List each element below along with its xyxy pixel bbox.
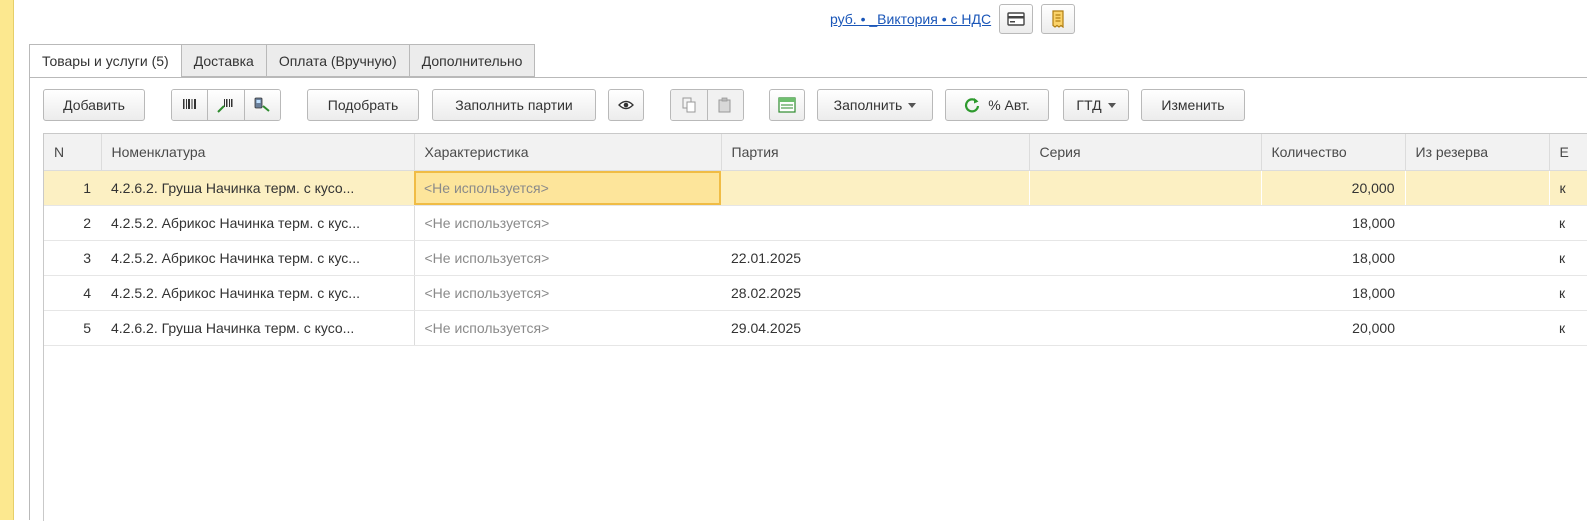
gtd-button-label: ГТД bbox=[1076, 97, 1102, 113]
quantity-cell[interactable]: 18,000 bbox=[1261, 240, 1405, 276]
item-cell[interactable]: 4.2.6.2. Груша Начинка терм. с кусо... bbox=[101, 310, 414, 346]
col-header-item[interactable]: Номенклатура bbox=[101, 134, 415, 171]
characteristic-cell[interactable]: <Не используется> bbox=[414, 170, 721, 206]
view-button[interactable] bbox=[608, 89, 644, 121]
card-button[interactable] bbox=[999, 4, 1034, 34]
refresh-icon bbox=[965, 98, 980, 113]
reserve-cell[interactable] bbox=[1405, 205, 1549, 241]
copy-paste-group bbox=[670, 89, 744, 121]
characteristic-cell[interactable]: <Не используется> bbox=[413, 310, 721, 346]
fill-button-label: Заполнить bbox=[833, 97, 903, 113]
barcode-scanner-button[interactable] bbox=[243, 90, 280, 120]
table-row[interactable]: 5 4.2.6.2. Груша Начинка терм. с кусо...… bbox=[44, 310, 1587, 346]
add-button[interactable]: Добавить bbox=[43, 89, 145, 121]
auto-percent-label: % Авт. bbox=[988, 97, 1030, 113]
receipt-icon bbox=[1052, 10, 1064, 28]
tab-delivery[interactable]: Доставка bbox=[181, 44, 267, 77]
row-number: 3 bbox=[44, 240, 101, 276]
quantity-cell[interactable]: 20,000 bbox=[1261, 170, 1406, 206]
table-header: N Номенклатура Характеристика Партия Сер… bbox=[44, 134, 1587, 171]
receipt-button[interactable] bbox=[1041, 4, 1076, 34]
fill-table-icon bbox=[778, 97, 796, 113]
unit-cell[interactable]: к bbox=[1549, 205, 1587, 241]
batch-cell[interactable] bbox=[721, 205, 1029, 241]
characteristic-cell[interactable]: <Не используется> bbox=[413, 205, 721, 241]
quantity-cell[interactable]: 18,000 bbox=[1261, 205, 1405, 241]
col-header-series[interactable]: Серия bbox=[1029, 134, 1262, 171]
series-cell[interactable] bbox=[1029, 170, 1262, 206]
fill-dropdown-button[interactable]: Заполнить bbox=[817, 89, 933, 121]
col-header-characteristic[interactable]: Характеристика bbox=[414, 134, 722, 171]
row-number: 5 bbox=[44, 310, 101, 346]
quantity-cell[interactable]: 18,000 bbox=[1261, 275, 1405, 311]
fill-batches-button[interactable]: Заполнить партии bbox=[432, 89, 596, 121]
tab-bar: Товары и услуги (5) Доставка Оплата (Вру… bbox=[29, 44, 536, 78]
table-row[interactable]: 4 4.2.5.2. Абрикос Начинка терм. с кус..… bbox=[44, 275, 1587, 311]
unit-cell[interactable]: к bbox=[1549, 170, 1587, 206]
unit-cell[interactable]: к bbox=[1549, 240, 1587, 276]
table-row[interactable]: 3 4.2.5.2. Абрикос Начинка терм. с кус..… bbox=[44, 240, 1587, 276]
item-cell[interactable]: 4.2.5.2. Абрикос Начинка терм. с кус... bbox=[101, 275, 414, 311]
reserve-cell[interactable] bbox=[1405, 310, 1549, 346]
chevron-down-icon bbox=[908, 102, 917, 108]
item-cell[interactable]: 4.2.5.2. Абрикос Начинка терм. с кус... bbox=[101, 240, 414, 276]
barcode-scanner-icon bbox=[254, 97, 270, 112]
card-icon bbox=[1007, 12, 1025, 26]
gtd-dropdown-button[interactable]: ГТД bbox=[1063, 89, 1129, 121]
col-header-n[interactable]: N bbox=[44, 134, 102, 171]
tab-additional[interactable]: Дополнительно bbox=[409, 44, 536, 77]
fill-table-button[interactable] bbox=[769, 89, 805, 121]
eye-icon bbox=[618, 100, 634, 110]
table-row[interactable]: 1 4.2.6.2. Груша Начинка терм. с кусо...… bbox=[44, 170, 1587, 206]
row-number: 2 bbox=[44, 205, 101, 241]
series-cell[interactable] bbox=[1029, 275, 1261, 311]
barcode-button[interactable] bbox=[172, 90, 208, 120]
auto-percent-button[interactable]: % Авт. bbox=[945, 89, 1049, 121]
currency-org-link[interactable]: руб. • _Виктория • с НДС bbox=[830, 11, 991, 27]
col-header-unit[interactable]: Е bbox=[1549, 134, 1587, 171]
batch-cell[interactable]: 28.02.2025 bbox=[721, 275, 1029, 311]
barcode-scan-icon bbox=[217, 99, 233, 113]
quantity-cell[interactable]: 20,000 bbox=[1261, 310, 1405, 346]
tab-goods-services[interactable]: Товары и услуги (5) bbox=[29, 44, 182, 78]
series-cell[interactable] bbox=[1029, 310, 1261, 346]
goods-table: N Номенклатура Характеристика Партия Сер… bbox=[43, 133, 1587, 521]
item-cell[interactable]: 4.2.6.2. Груша Начинка терм. с кусо... bbox=[101, 170, 414, 206]
col-header-reserve[interactable]: Из резерва bbox=[1405, 134, 1550, 171]
col-header-quantity[interactable]: Количество bbox=[1261, 134, 1406, 171]
copy-button[interactable] bbox=[671, 90, 707, 120]
reserve-cell[interactable] bbox=[1405, 275, 1549, 311]
batch-cell[interactable]: 22.01.2025 bbox=[721, 240, 1029, 276]
characteristic-cell[interactable]: <Не используется> bbox=[413, 275, 721, 311]
barcode-button-group bbox=[171, 89, 281, 121]
copy-icon bbox=[682, 97, 696, 113]
batch-cell[interactable] bbox=[721, 170, 1030, 206]
paste-icon bbox=[718, 97, 731, 113]
row-number: 4 bbox=[44, 275, 101, 311]
panel-border bbox=[29, 77, 30, 520]
row-number: 1 bbox=[44, 170, 101, 206]
col-header-batch[interactable]: Партия bbox=[721, 134, 1030, 171]
chevron-down-icon bbox=[1107, 102, 1116, 108]
tab-payment[interactable]: Оплата (Вручную) bbox=[266, 44, 410, 77]
unit-cell[interactable]: к bbox=[1549, 275, 1587, 311]
left-panel-strip bbox=[0, 0, 14, 520]
paste-button[interactable] bbox=[706, 90, 743, 120]
header-bar: руб. • _Виктория • с НДС bbox=[830, 4, 1076, 34]
table-row[interactable]: 2 4.2.5.2. Абрикос Начинка терм. с кус..… bbox=[44, 205, 1587, 241]
batch-cell[interactable]: 29.04.2025 bbox=[721, 310, 1029, 346]
change-button[interactable]: Изменить bbox=[1141, 89, 1245, 121]
series-cell[interactable] bbox=[1029, 240, 1261, 276]
tab-divider bbox=[29, 77, 1587, 78]
reserve-cell[interactable] bbox=[1405, 170, 1550, 206]
characteristic-cell[interactable]: <Не используется> bbox=[413, 240, 721, 276]
unit-cell[interactable]: к bbox=[1549, 310, 1587, 346]
reserve-cell[interactable] bbox=[1405, 240, 1549, 276]
barcode-icon bbox=[182, 99, 196, 109]
table-toolbar: Добавить Подобрать Заполнить партии Запо… bbox=[43, 89, 1583, 121]
select-button[interactable]: Подобрать bbox=[307, 89, 419, 121]
series-cell[interactable] bbox=[1029, 205, 1261, 241]
barcode-scan-button[interactable] bbox=[207, 90, 244, 120]
item-cell[interactable]: 4.2.5.2. Абрикос Начинка терм. с кус... bbox=[101, 205, 414, 241]
